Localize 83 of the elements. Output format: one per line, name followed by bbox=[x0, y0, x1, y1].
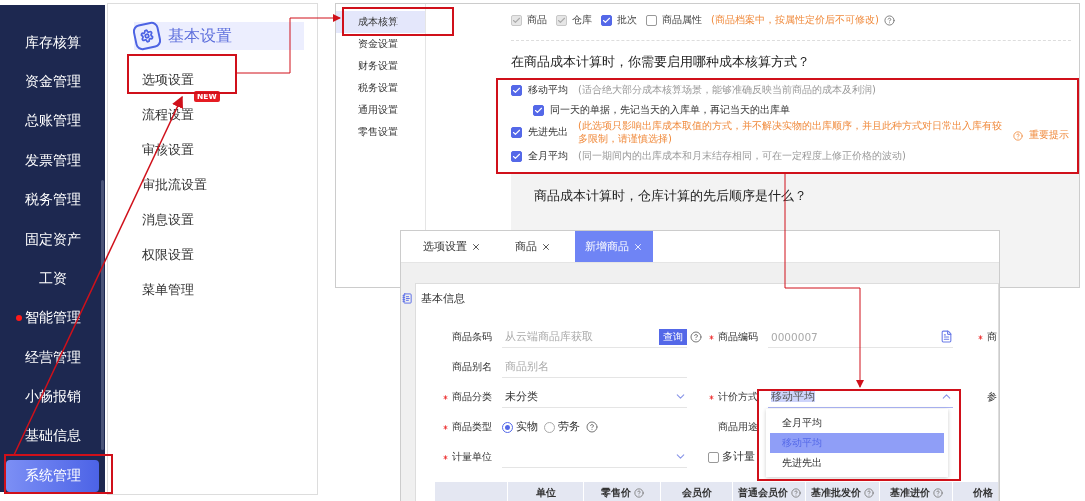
radio-label: 劳务 bbox=[558, 420, 580, 434]
sidebar-item[interactable]: 发票管理 bbox=[6, 141, 99, 181]
menu-item[interactable]: 选项设置 bbox=[142, 70, 194, 89]
note-text: (适合绝大部分成本核算场景，能够准确反映当前商品的成本及利润) bbox=[578, 83, 876, 97]
help-icon[interactable] bbox=[864, 488, 874, 498]
menu-item[interactable]: 权限设置 bbox=[142, 245, 194, 264]
field-label: 商品别名 bbox=[452, 360, 493, 374]
dropdown-option[interactable]: 全月平均 bbox=[770, 413, 944, 433]
column-header: 会员价 bbox=[660, 482, 732, 501]
menu-item[interactable]: 审批流设置 bbox=[142, 175, 207, 194]
tab[interactable]: 商品 bbox=[505, 231, 561, 262]
column-header: 基准进价 bbox=[879, 482, 952, 501]
field-label: 参 bbox=[987, 390, 998, 404]
checkbox-label: 多计量 bbox=[722, 450, 755, 464]
field-label: 商品分类 bbox=[452, 390, 493, 404]
field-label: 商品编码 bbox=[718, 330, 759, 344]
submenu-item[interactable]: 税务设置 bbox=[336, 77, 425, 99]
checkbox-label: 同一天的单据，先记当天的入库单，再记当天的出库单 bbox=[550, 103, 790, 117]
column-header: 价格 bbox=[952, 482, 1000, 501]
help-icon[interactable] bbox=[633, 488, 644, 498]
help-icon[interactable] bbox=[932, 488, 943, 498]
checkbox-label: 全月平均 bbox=[528, 149, 568, 163]
input-field[interactable]: 从云端商品库获取 查询 bbox=[502, 326, 687, 348]
checkbox[interactable] bbox=[511, 84, 522, 96]
document-icon[interactable] bbox=[940, 330, 953, 343]
tab[interactable]: 选项设置 bbox=[413, 231, 491, 262]
submenu-item[interactable]: 成本核算 bbox=[336, 11, 425, 33]
note-text: (此选项只影响出库成本取值的方式，并不解决实物的出库顺序，并且此种方式对日常出入库有较多限制，请谨慎选择) bbox=[578, 119, 1003, 145]
menu-title: 基本设置 bbox=[168, 25, 232, 47]
section-title: 基本信息 bbox=[421, 290, 465, 306]
sidebar-item[interactable]: 基础信息 bbox=[6, 416, 99, 457]
select-field[interactable]: 移动平均 bbox=[768, 386, 953, 408]
close-icon[interactable] bbox=[541, 241, 551, 252]
checkbox[interactable] bbox=[646, 14, 657, 26]
sidebar-item[interactable]: 系统管理 bbox=[6, 460, 99, 492]
section-question: 商品成本计算时，仓库计算的先后顺序是什么？ bbox=[534, 187, 808, 205]
note-text: (商品档案中，按属性定价后不可修改) bbox=[711, 13, 879, 27]
help-icon[interactable] bbox=[586, 421, 598, 433]
menu-item[interactable]: 菜单管理 bbox=[142, 280, 194, 299]
field-label: 商品用途 bbox=[718, 420, 759, 434]
checkbox-label: 仓库 bbox=[572, 13, 592, 27]
field-label: 商品类型 bbox=[452, 420, 493, 434]
help-icon[interactable] bbox=[690, 331, 702, 343]
sidebar-item[interactable]: 库存核算 bbox=[6, 23, 99, 63]
checkbox-label: 商品属性 bbox=[662, 13, 702, 27]
sidebar-item[interactable]: 固定资产 bbox=[6, 219, 99, 260]
checkbox-label: 移动平均 bbox=[528, 83, 568, 97]
help-icon bbox=[1013, 131, 1023, 141]
sidebar-item[interactable]: 税务管理 bbox=[6, 180, 99, 220]
menu-item[interactable]: 消息设置 bbox=[142, 210, 194, 229]
submenu-item[interactable]: 通用设置 bbox=[336, 99, 425, 121]
field-label: 商品条码 bbox=[452, 330, 493, 344]
scrollbar[interactable] bbox=[101, 180, 104, 450]
submenu-item[interactable]: 财务设置 bbox=[336, 55, 425, 77]
sidebar-item[interactable]: 总账管理 bbox=[6, 101, 99, 142]
sidebar-item[interactable]: 资金管理 bbox=[6, 62, 99, 102]
column-header: 单位 bbox=[507, 482, 583, 501]
section-question: 在商品成本计算时，你需要启用哪种成本核算方式？ bbox=[510, 53, 811, 71]
checkbox[interactable] bbox=[601, 14, 612, 26]
sidebar-item[interactable]: 工资 bbox=[6, 259, 99, 299]
field-label: 计量单位 bbox=[452, 450, 493, 464]
select-field[interactable]: 未分类 bbox=[502, 386, 687, 408]
query-button[interactable]: 查询 bbox=[659, 328, 687, 345]
settings-icon bbox=[131, 20, 163, 52]
checkbox[interactable] bbox=[511, 126, 522, 138]
column-header: 零售价 bbox=[583, 482, 660, 501]
notebook-icon bbox=[402, 292, 413, 304]
checkbox-label: 商品 bbox=[527, 13, 547, 27]
submenu-item[interactable]: 零售设置 bbox=[336, 121, 425, 143]
column-header: 普通会员价 bbox=[732, 482, 805, 501]
help-icon[interactable] bbox=[883, 14, 895, 26]
column-header: 基准批发价 bbox=[805, 482, 879, 501]
submenu-item[interactable]: 资金设置 bbox=[336, 33, 425, 55]
help-icon[interactable] bbox=[790, 488, 801, 498]
field-label: 商 bbox=[987, 330, 998, 344]
close-icon[interactable] bbox=[471, 241, 481, 252]
dropdown-option[interactable]: 先进先出 bbox=[770, 453, 944, 473]
checkbox[interactable] bbox=[708, 451, 719, 463]
radio-label: 实物 bbox=[516, 420, 538, 434]
checkbox-label: 先进先出 bbox=[528, 125, 568, 139]
checkbox[interactable] bbox=[533, 104, 544, 116]
checkbox[interactable] bbox=[511, 150, 522, 162]
checkbox-label: 批次 bbox=[617, 13, 637, 27]
